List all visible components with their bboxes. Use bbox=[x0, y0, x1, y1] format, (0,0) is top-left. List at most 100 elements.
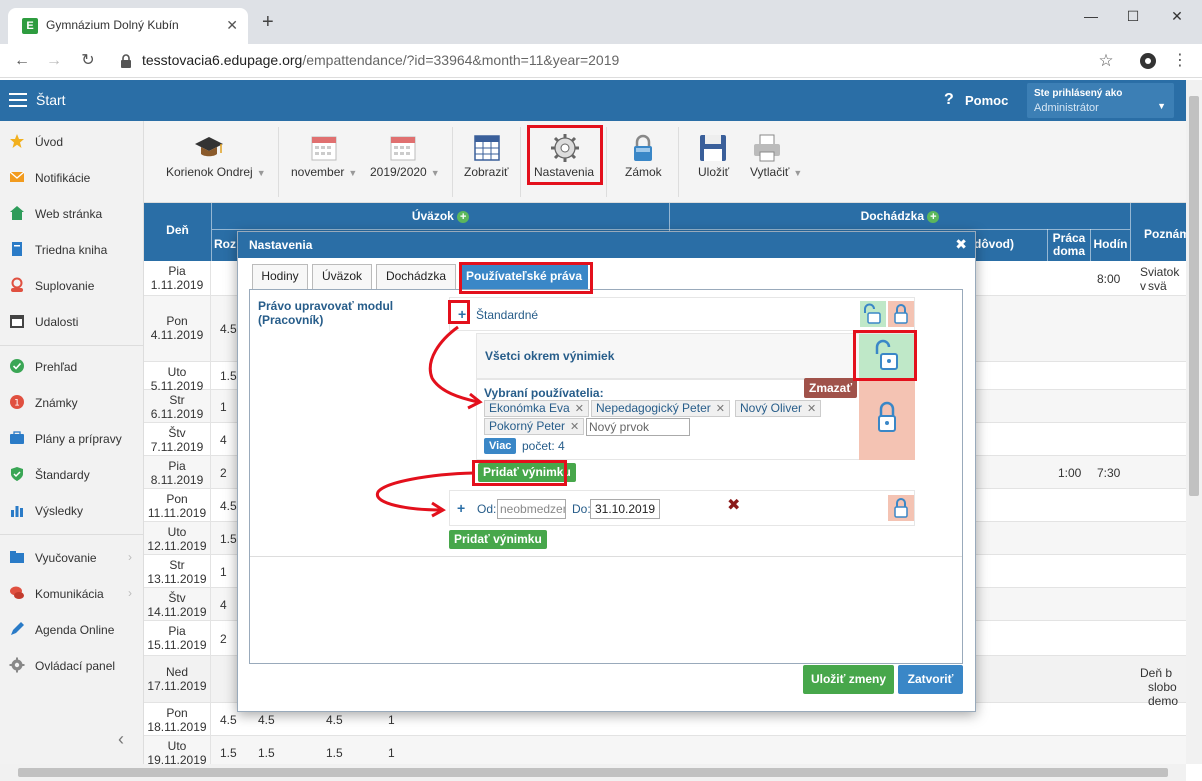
sidebar-item-triedna-kniha[interactable]: Triedna kniha bbox=[0, 231, 144, 267]
col-uvazok: Úväzok + bbox=[212, 209, 669, 223]
maximize-icon[interactable]: ☐ bbox=[1118, 8, 1148, 28]
year-label: 2019/2020 ▼ bbox=[370, 165, 440, 179]
home-icon bbox=[10, 206, 24, 220]
user-chip[interactable]: Nový Oliver ✕ bbox=[735, 400, 822, 417]
standard-rule-row: + Štandardné bbox=[449, 297, 915, 331]
expand-plus-icon[interactable]: + bbox=[457, 500, 465, 516]
browser-tab[interactable]: E Gymnázium Dolný Kubín ✕ bbox=[8, 8, 248, 44]
unlock-toggle[interactable] bbox=[860, 301, 886, 327]
remove-chip-icon[interactable]: ✕ bbox=[716, 403, 725, 415]
user-chip[interactable]: Nepedagogický Peter ✕ bbox=[591, 400, 730, 417]
weekday: Uto bbox=[167, 365, 187, 379]
sidebar-item-standardy[interactable]: Štandardy bbox=[0, 456, 144, 492]
delete-button[interactable]: Zmazať bbox=[804, 378, 858, 398]
forward-icon[interactable]: → bbox=[42, 50, 66, 72]
sidebar-item-notifikacie[interactable]: Notifikácie bbox=[0, 159, 144, 195]
sidebar-item-vyucovanie[interactable]: Vyučovanie › bbox=[0, 539, 144, 575]
cell-note: Deň b bbox=[1140, 665, 1173, 680]
locked-padlock-icon bbox=[894, 498, 908, 518]
sidebar-item-label: Ovládací panel bbox=[35, 659, 116, 673]
scroll-thumb[interactable] bbox=[18, 768, 1168, 777]
url-host: tesstovacia6.edupage.org bbox=[142, 52, 303, 68]
cell-c1: 4.5 bbox=[220, 498, 237, 513]
add-exception-button-2[interactable]: Pridať výnimku bbox=[449, 530, 547, 549]
start-link[interactable]: Štart bbox=[36, 92, 66, 108]
close-dialog-button[interactable]: Zatvoriť bbox=[898, 665, 963, 694]
locked-padlock-icon bbox=[894, 304, 908, 324]
remove-chip-icon[interactable]: ✕ bbox=[575, 403, 584, 415]
date: 15.11.2019 bbox=[147, 638, 207, 652]
sidebar-item-komunikacia[interactable]: Komunikácia › bbox=[0, 575, 144, 611]
remove-exception-icon[interactable]: ✖ bbox=[727, 495, 740, 515]
to-date-input[interactable]: 31.10.2019 bbox=[590, 499, 660, 519]
tab-uvazok[interactable]: Úväzok bbox=[312, 264, 372, 289]
graduation-cap-icon bbox=[195, 137, 223, 157]
extension-icon[interactable] bbox=[1136, 50, 1160, 72]
date: 7.11.2019 bbox=[150, 440, 204, 454]
vertical-scrollbar[interactable] bbox=[1186, 80, 1202, 764]
employee-select[interactable]: Korienok Ondrej ▼ bbox=[164, 121, 274, 203]
help-link[interactable]: Pomoc bbox=[965, 93, 1008, 108]
add-icon[interactable]: + bbox=[457, 211, 470, 223]
sidebar-item-uvod[interactable]: Úvod bbox=[0, 123, 144, 159]
padlock-icon bbox=[634, 134, 652, 161]
window-close-icon[interactable]: ✕ bbox=[1162, 8, 1192, 28]
user-chip[interactable]: Ekonómka Eva ✕ bbox=[484, 400, 589, 417]
close-icon[interactable]: ✖ bbox=[955, 236, 967, 253]
new-item-input[interactable]: Nový prvok bbox=[586, 418, 690, 436]
collapse-sidebar-icon[interactable]: ‹ bbox=[118, 729, 124, 750]
sidebar-item-ovladaci-panel[interactable]: Ovládací panel bbox=[0, 647, 144, 683]
month-select[interactable]: november ▼ bbox=[289, 121, 361, 203]
new-tab-icon[interactable]: + bbox=[262, 12, 274, 32]
hamburger-menu-icon[interactable] bbox=[9, 93, 27, 107]
sidebar-item-prehlad[interactable]: Prehľad bbox=[0, 348, 144, 384]
sidebar-item-web-stranka[interactable]: Web stránka bbox=[0, 195, 144, 231]
day-cell: Pia 1.11.2019 bbox=[144, 261, 211, 296]
tab-hodiny[interactable]: Hodiny bbox=[252, 264, 308, 289]
remove-chip-icon[interactable]: ✕ bbox=[570, 421, 579, 433]
date: 4.11.2019 bbox=[150, 328, 204, 342]
toolbar-divider bbox=[520, 127, 521, 197]
back-icon[interactable]: ← bbox=[10, 50, 34, 72]
user-menu[interactable]: Ste prihlásený ako Administrátor ▼ bbox=[1027, 83, 1174, 118]
save-toolbar-button[interactable]: Uložiť bbox=[692, 121, 734, 203]
sidebar-item-znamky[interactable]: 1 Známky bbox=[0, 384, 144, 420]
bookmark-star-icon[interactable]: ☆ bbox=[1094, 50, 1118, 72]
add-icon[interactable]: + bbox=[927, 211, 940, 223]
lock-toggle[interactable] bbox=[888, 301, 914, 327]
sidebar-item-plany[interactable]: Plány a prípravy bbox=[0, 420, 144, 456]
sidebar-item-agenda-online[interactable]: Agenda Online bbox=[0, 611, 144, 647]
browser-menu-icon[interactable]: ⋮ bbox=[1168, 50, 1192, 72]
reload-icon[interactable]: ↻ bbox=[76, 50, 100, 72]
floppy-disk-icon bbox=[700, 135, 726, 161]
day-cell: Str 6.11.2019 bbox=[144, 390, 211, 423]
help-icon[interactable]: ? bbox=[944, 91, 954, 109]
show-button[interactable]: Zobraziť bbox=[462, 121, 512, 203]
horizontal-scrollbar[interactable] bbox=[0, 764, 1186, 781]
more-button[interactable]: Viac bbox=[484, 438, 517, 454]
save-changes-button[interactable]: Uložiť zmeny bbox=[803, 665, 894, 694]
sidebar-item-vysledky[interactable]: Výsledky bbox=[0, 492, 144, 528]
sidebar-item-udalosti[interactable]: Udalosti bbox=[0, 303, 144, 339]
year-select[interactable]: 2019/2020 ▼ bbox=[368, 121, 448, 203]
tab-close-icon[interactable]: ✕ bbox=[226, 17, 238, 34]
from-date-input[interactable]: neobmedzene bbox=[497, 499, 566, 519]
address-bar[interactable]: tesstovacia6.edupage.org/empattendance/?… bbox=[142, 52, 619, 68]
print-button[interactable]: Vytlačiť ▼ bbox=[744, 121, 808, 203]
save-label: Uložiť bbox=[698, 165, 730, 179]
minimize-icon[interactable]: — bbox=[1076, 8, 1106, 28]
remove-chip-icon[interactable]: ✕ bbox=[807, 403, 816, 415]
col-praca-doma: Práca doma bbox=[1052, 231, 1086, 258]
sidebar-item-label: Notifikácie bbox=[35, 171, 91, 185]
lock-toggle[interactable] bbox=[888, 495, 914, 521]
tab-dochadzka[interactable]: Dochádzka bbox=[376, 264, 456, 289]
scroll-thumb[interactable] bbox=[1189, 96, 1199, 496]
dialog-title: Nastavenia bbox=[249, 238, 313, 252]
lock-toggle-selected[interactable] bbox=[859, 380, 915, 460]
check-circle-icon bbox=[10, 359, 24, 373]
sidebar-item-suplovanie[interactable]: Suplovanie bbox=[0, 267, 144, 303]
weekday: Ned bbox=[165, 664, 188, 679]
lock-button[interactable]: Zámok bbox=[614, 121, 674, 203]
sidebar-divider bbox=[0, 534, 144, 535]
user-chip[interactable]: Pokorný Peter ✕ bbox=[484, 418, 585, 435]
